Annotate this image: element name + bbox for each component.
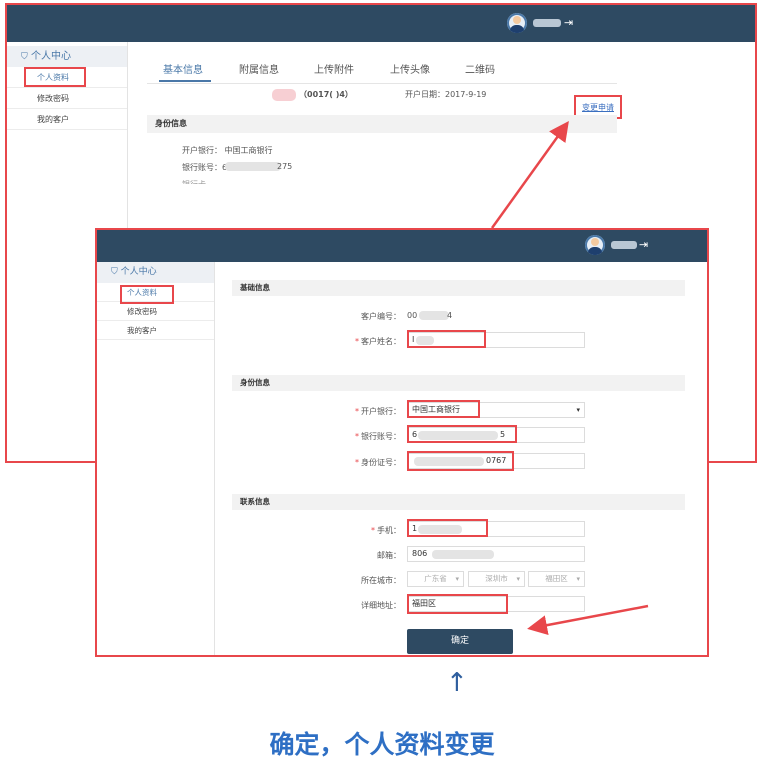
dropdown-icon: ▾ xyxy=(576,575,580,583)
account-detail-suffix: 275 xyxy=(277,162,293,171)
logout-icon[interactable]: ⇥ xyxy=(639,239,648,251)
id-number-label: * 身份证号： xyxy=(355,458,401,467)
sidebar-item-my-customers[interactable]: 我的客户 xyxy=(97,321,214,340)
logout-icon[interactable]: ⇥ xyxy=(564,17,573,29)
sidebar-section-personal-center[interactable]: ⛉ 个人中心 xyxy=(7,46,127,67)
account-blurred xyxy=(418,431,498,440)
account-input[interactable]: 6 5 xyxy=(407,427,585,443)
section-identity-info: 身份信息 xyxy=(232,375,685,391)
id-number-input[interactable]: 0767 xyxy=(407,453,585,469)
customer-name-blurred xyxy=(272,89,296,101)
customer-no-blurred xyxy=(419,311,449,320)
up-arrow-icon: ↑ xyxy=(446,668,468,698)
customer-no-label: 客户编号： xyxy=(361,312,401,321)
address-input[interactable]: 福田区 xyxy=(407,596,585,612)
username-blurred xyxy=(611,241,637,249)
sidebar-section-label: 个人中心 xyxy=(120,267,157,277)
tab-attached-info[interactable]: 附属信息 xyxy=(239,61,279,76)
province-select[interactable]: 广东省 ▾ xyxy=(407,571,464,587)
top-bar: ⇥ xyxy=(7,5,755,42)
sidebar-item-profile[interactable]: 个人资料 xyxy=(97,283,214,302)
truncated-detail: 银行卡- xyxy=(182,179,209,184)
bank-label: * 开户银行： xyxy=(355,407,401,416)
customer-name-input[interactable]: I xyxy=(407,332,585,348)
phone-blurred xyxy=(418,525,462,534)
district-select[interactable]: 福田区 ▾ xyxy=(528,571,585,587)
tab-qrcode[interactable]: 二维码 xyxy=(465,61,495,76)
sidebar-item-change-password[interactable]: 修改密码 xyxy=(97,302,214,321)
sidebar: ⛉ 个人中心 个人资料 修改密码 我的客户 xyxy=(97,262,215,655)
sidebar-item-change-password[interactable]: 修改密码 xyxy=(7,88,127,109)
address-label: 详细地址： xyxy=(361,601,401,610)
customer-no-suffix: 4 xyxy=(447,311,453,320)
city-select[interactable]: 深圳市 ▾ xyxy=(468,571,525,587)
sidebar-section-personal-center[interactable]: ⛉ 个人中心 xyxy=(97,262,214,283)
section-basic-info: 基础信息 xyxy=(232,280,685,296)
person-icon: ⛉ xyxy=(111,267,118,277)
customer-no-prefix: 00 xyxy=(407,311,418,320)
front-window-screenshot: ⇥ ⛉ 个人中心 个人资料 修改密码 我的客户 基础信息 客户编号： 00 4 … xyxy=(95,228,709,657)
caption: 确定，个人资料变更 xyxy=(269,730,495,759)
sidebar-item-my-customers[interactable]: 我的客户 xyxy=(7,109,127,130)
tab-bar: 基本信息 附属信息 上传附件 上传头像 二维码 xyxy=(147,57,617,84)
tab-upload-attachment[interactable]: 上传附件 xyxy=(314,61,354,76)
section-identity-info: 身份信息 xyxy=(147,115,617,133)
account-detail-prefix: 银行账号：6 xyxy=(182,163,228,172)
dropdown-icon: ▾ xyxy=(455,575,459,583)
id-number-blurred xyxy=(414,457,484,466)
top-bar: ⇥ xyxy=(97,230,707,262)
confirm-button[interactable]: 确定 xyxy=(407,629,513,654)
email-input[interactable]: 806 xyxy=(407,546,585,562)
customer-name-blurred xyxy=(416,336,434,345)
section-contact-info: 联系信息 xyxy=(232,494,685,510)
username-blurred xyxy=(533,19,561,27)
email-blurred xyxy=(432,550,494,559)
person-icon: ⛉ xyxy=(21,52,28,62)
active-tab-underline xyxy=(159,80,211,82)
sidebar-item-profile[interactable]: 个人资料 xyxy=(7,67,127,88)
tab-upload-avatar[interactable]: 上传头像 xyxy=(390,61,430,76)
email-label: 邮箱： xyxy=(377,551,401,560)
dropdown-icon: ▾ xyxy=(516,575,520,583)
open-date: 开户日期：2017-9-19 xyxy=(405,90,487,99)
avatar[interactable] xyxy=(507,13,527,33)
sidebar-section-label: 个人中心 xyxy=(30,51,71,62)
avatar[interactable] xyxy=(585,235,605,255)
bank-select[interactable]: 中国工商银行 ▾ xyxy=(407,402,585,418)
phone-label: * 手机： xyxy=(371,526,401,535)
phone-input[interactable]: 1 xyxy=(407,521,585,537)
account-detail-blurred xyxy=(225,162,281,171)
bank-detail: 开户银行： 中国工商银行 xyxy=(182,146,273,155)
dropdown-icon: ▾ xyxy=(576,406,580,414)
customer-name-label: * 客户姓名： xyxy=(355,337,401,346)
account-label: * 银行账号： xyxy=(355,432,401,441)
tab-basic-info[interactable]: 基本信息 xyxy=(163,61,203,76)
customer-code: （0017( )4） xyxy=(299,90,353,99)
city-label: 所在城市： xyxy=(361,576,401,585)
